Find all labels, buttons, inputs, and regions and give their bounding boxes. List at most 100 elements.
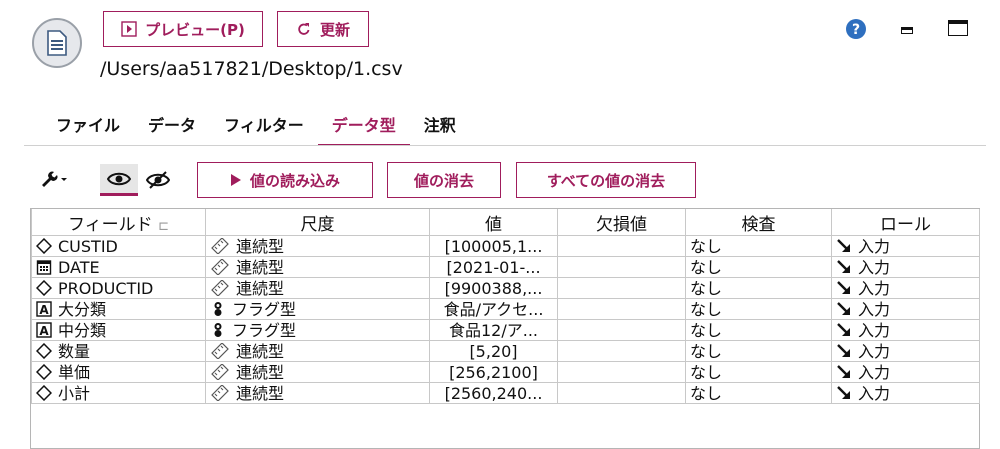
role-input-icon <box>836 279 858 298</box>
measure-cell[interactable]: 連続型 <box>205 235 430 257</box>
measure-cell[interactable]: フラグ型 <box>205 298 430 320</box>
missing-cell[interactable] <box>557 277 686 299</box>
table-row[interactable]: 小計 連続型 [2560,240... なし 入力 <box>31 382 980 404</box>
field-cell[interactable]: DATE <box>31 256 206 278</box>
column-header-check[interactable]: 検査 <box>685 209 832 236</box>
values-cell[interactable]: 食品12/ア... <box>429 319 558 341</box>
values-cell[interactable]: 食品/アクセ... <box>429 298 558 320</box>
missing-cell[interactable] <box>557 256 686 278</box>
column-header-role[interactable]: ロール <box>831 209 980 236</box>
role-cell[interactable]: 入力 <box>831 340 980 362</box>
role-input-icon <box>836 258 858 277</box>
values-cell[interactable]: [100005,1... <box>429 235 558 257</box>
tab-3[interactable]: データ型 <box>317 108 410 146</box>
column-header-missing[interactable]: 欠損値 <box>557 209 686 236</box>
minimize-icon[interactable] <box>901 27 913 34</box>
maximize-icon[interactable] <box>948 20 968 36</box>
clear-all-values-button[interactable]: すべての値の消去 <box>516 162 696 198</box>
measure-cell[interactable]: フラグ型 <box>205 319 430 341</box>
missing-cell[interactable] <box>557 361 686 383</box>
show-fields-toggle[interactable] <box>100 164 138 196</box>
measure-cell[interactable]: 連続型 <box>205 256 430 278</box>
missing-cell[interactable] <box>557 382 686 404</box>
tab-2[interactable]: フィルター <box>210 108 318 144</box>
ruler-icon <box>210 384 236 403</box>
missing-cell[interactable] <box>557 340 686 362</box>
tab-4[interactable]: 注釈 <box>410 108 470 144</box>
check-cell[interactable]: なし <box>685 298 832 320</box>
measure-cell[interactable]: 連続型 <box>205 340 430 362</box>
eye-icon <box>107 172 131 185</box>
column-header-field[interactable]: フィールド ⊏ <box>31 209 206 236</box>
refresh-label: 更新 <box>319 20 350 39</box>
refresh-icon <box>298 23 310 35</box>
field-cell[interactable]: 単価 <box>31 361 206 383</box>
preview-button[interactable]: プレビュー(P) <box>103 11 263 47</box>
values-cell[interactable]: [5,20] <box>429 340 558 362</box>
tab-0[interactable]: ファイル <box>42 108 134 144</box>
field-cell[interactable]: PRODUCTID <box>31 277 206 299</box>
document-icon <box>47 30 67 56</box>
role-cell[interactable]: 入力 <box>831 361 980 383</box>
refresh-button[interactable]: 更新 <box>277 11 369 47</box>
hide-fields-toggle[interactable] <box>142 164 174 196</box>
check-cell[interactable]: なし <box>685 382 832 404</box>
read-values-label: 値の読み込み <box>249 171 340 190</box>
table-row[interactable]: A 大分類 フラグ型 食品/アクセ... なし 入力 <box>31 298 980 320</box>
wrench-menu[interactable] <box>38 168 70 192</box>
measure-cell[interactable]: 連続型 <box>205 277 430 299</box>
table-row[interactable]: 単価 連続型 [256,2100] なし 入力 <box>31 361 980 383</box>
table-row[interactable]: A 中分類 フラグ型 食品12/ア... なし 入力 <box>31 319 980 341</box>
check-cell[interactable]: なし <box>685 235 832 257</box>
values-cell[interactable]: [256,2100] <box>429 361 558 383</box>
role-cell[interactable]: 入力 <box>831 382 980 404</box>
string-icon: A <box>36 300 58 319</box>
check-cell[interactable]: なし <box>685 277 832 299</box>
column-header-measure[interactable]: 尺度 <box>205 209 430 236</box>
sort-icon: ⊏ <box>158 218 169 234</box>
measure-cell[interactable]: 連続型 <box>205 361 430 383</box>
table-row[interactable]: CUSTID 連続型 [100005,1... なし 入力 <box>31 235 980 257</box>
svg-text:A: A <box>39 303 49 317</box>
tab-1[interactable]: データ <box>134 108 210 144</box>
read-values-button[interactable]: 値の読み込み <box>197 162 373 198</box>
role-input-icon <box>836 342 858 361</box>
play-box-icon <box>121 21 137 37</box>
values-cell[interactable]: [2560,240... <box>429 382 558 404</box>
flag-icon <box>210 300 232 319</box>
missing-cell[interactable] <box>557 235 686 257</box>
field-cell[interactable]: CUSTID <box>31 235 206 257</box>
field-cell[interactable]: 数量 <box>31 340 206 362</box>
column-header-values[interactable]: 値 <box>429 209 558 236</box>
ruler-icon <box>210 279 236 298</box>
values-cell[interactable]: [2021-01-... <box>429 256 558 278</box>
diamond-icon <box>36 237 58 256</box>
measure-cell[interactable]: 連続型 <box>205 382 430 404</box>
table-row[interactable]: DATE 連続型 [2021-01-... なし 入力 <box>31 256 980 278</box>
role-input-icon <box>836 237 858 256</box>
eye-hidden-icon <box>146 171 170 189</box>
table-row[interactable]: PRODUCTID 連続型 [9900388,... なし 入力 <box>31 277 980 299</box>
role-cell[interactable]: 入力 <box>831 256 980 278</box>
missing-cell[interactable] <box>557 319 686 341</box>
field-cell[interactable]: A 中分類 <box>31 319 206 341</box>
clear-values-label: 値の消去 <box>413 171 474 190</box>
play-icon <box>230 174 241 186</box>
missing-cell[interactable] <box>557 298 686 320</box>
check-cell[interactable]: なし <box>685 340 832 362</box>
check-cell[interactable]: なし <box>685 256 832 278</box>
check-cell[interactable]: なし <box>685 319 832 341</box>
role-cell[interactable]: 入力 <box>831 235 980 257</box>
help-icon[interactable]: ? <box>845 18 867 44</box>
field-cell[interactable]: 小計 <box>31 382 206 404</box>
table-row[interactable]: 数量 連続型 [5,20] なし 入力 <box>31 340 980 362</box>
role-input-icon <box>836 300 858 319</box>
svg-text:A: A <box>39 324 49 338</box>
clear-values-button[interactable]: 値の消去 <box>387 162 501 198</box>
values-cell[interactable]: [9900388,... <box>429 277 558 299</box>
field-cell[interactable]: A 大分類 <box>31 298 206 320</box>
role-cell[interactable]: 入力 <box>831 277 980 299</box>
role-cell[interactable]: 入力 <box>831 319 980 341</box>
role-cell[interactable]: 入力 <box>831 298 980 320</box>
check-cell[interactable]: なし <box>685 361 832 383</box>
